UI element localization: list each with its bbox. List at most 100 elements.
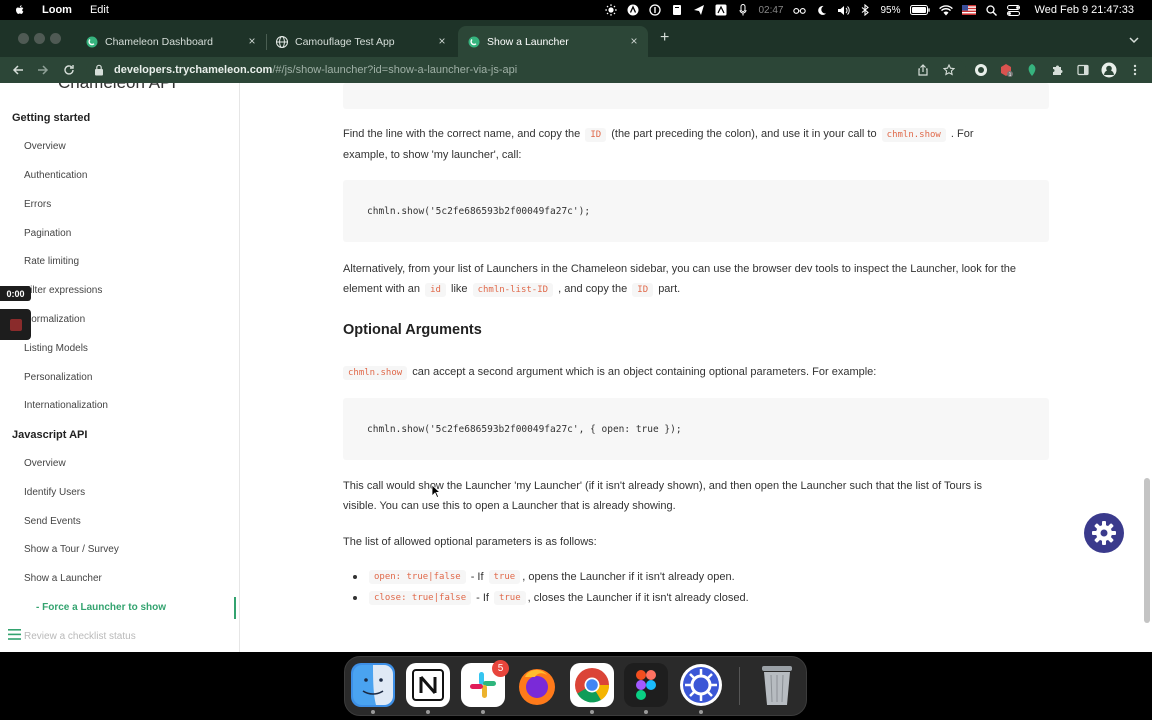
vpn-icon[interactable]: [626, 4, 639, 16]
close-icon[interactable]: ×: [436, 35, 448, 47]
sidebar-section-javascript-api[interactable]: Javascript API: [12, 429, 87, 441]
close-icon[interactable]: ×: [246, 35, 258, 47]
glasses-icon[interactable]: [792, 4, 806, 16]
sidebar-brand[interactable]: Chameleon API: [58, 83, 176, 93]
sidebar-item-personalization[interactable]: Personalization: [24, 372, 92, 383]
sidebar-item-force-a-launcher-to-show[interactable]: - Force a Launcher to show: [36, 602, 166, 613]
hamburger-menu-icon[interactable]: [8, 629, 21, 640]
control-center-icon[interactable]: [1006, 4, 1020, 16]
dock-notion[interactable]: [406, 663, 450, 707]
figma-icon: [636, 670, 656, 700]
extension-leaf-icon[interactable]: [1024, 62, 1040, 78]
send-icon[interactable]: [692, 4, 705, 16]
text-box-icon[interactable]: [714, 4, 727, 16]
url-path: /#/js/show-launcher?id=show-a-launcher-v…: [272, 64, 518, 76]
sidebar-item-normalization[interactable]: Normalization: [24, 314, 85, 325]
sidebar-item-filter-expressions[interactable]: Filter expressions: [24, 285, 102, 296]
apple-icon[interactable]: [14, 4, 26, 16]
tab-chameleon-dashboard[interactable]: Chameleon Dashboard ×: [78, 26, 266, 57]
clipboard-icon[interactable]: [670, 4, 683, 16]
trash-icon: [762, 666, 792, 705]
dock-figma[interactable]: [624, 663, 668, 707]
inline-code: chmln-list-ID: [472, 283, 554, 297]
window-minimize-button[interactable]: [34, 33, 45, 44]
sunburst-app-icon: [680, 664, 722, 706]
running-indicator: [644, 710, 648, 714]
tab-camouflage-test-app[interactable]: Camouflage Test App ×: [268, 26, 456, 57]
sidebar-item-authentication[interactable]: Authentication: [24, 170, 87, 181]
flag-icon[interactable]: [961, 4, 976, 16]
sidebar-item-listing-models[interactable]: Listing Models: [24, 343, 88, 354]
paragraph-second-argument: chmln.show can accept a second argument …: [343, 362, 1049, 383]
sidebar-item-show-a-launcher[interactable]: Show a Launcher: [24, 573, 102, 584]
dock-chrome[interactable]: [570, 663, 614, 707]
chrome-icon: [575, 668, 610, 703]
sun-icon[interactable]: [604, 4, 617, 16]
sidebar-item-js-overview[interactable]: Overview: [24, 458, 66, 469]
kebab-menu-icon[interactable]: [1127, 62, 1143, 78]
running-indicator: [590, 710, 594, 714]
inline-code: id: [425, 283, 446, 297]
globe-icon: [276, 35, 288, 48]
close-icon[interactable]: ×: [628, 35, 640, 47]
bookmark-star-icon[interactable]: [941, 62, 957, 78]
menu-clock[interactable]: Wed Feb 9 21:47:33: [1035, 4, 1134, 16]
extensions-puzzle-icon[interactable]: [1049, 62, 1065, 78]
inline-code: close: true|false: [369, 591, 472, 605]
dock-firefox[interactable]: [515, 663, 559, 707]
battery-icon[interactable]: [909, 4, 930, 16]
address-bar[interactable]: developers.trychameleon.com/#/js/show-la…: [86, 59, 966, 81]
browser-tab-strip: Chameleon Dashboard × Camouflage Test Ap…: [0, 20, 1152, 57]
battery-percent: 95%: [880, 4, 901, 16]
sidebar-section-getting-started[interactable]: Getting started: [12, 112, 90, 124]
sidebar-item-overview[interactable]: Overview: [24, 141, 66, 152]
volume-icon[interactable]: [837, 4, 850, 16]
inline-code: open: true|false: [369, 570, 466, 584]
microphone-icon[interactable]: [736, 4, 749, 16]
inline-code: ID: [585, 128, 607, 142]
reload-icon[interactable]: [61, 62, 77, 78]
menu-app-name[interactable]: Loom: [42, 4, 72, 16]
paragraph-this-call-line2: visible. You can use this to open a Laun…: [343, 500, 676, 512]
spotlight-search-icon[interactable]: [985, 4, 998, 16]
side-panel-icon[interactable]: [1075, 62, 1091, 78]
page-scrollbar[interactable]: [1144, 478, 1150, 623]
sidebar-item-rate-limiting[interactable]: Rate limiting: [24, 256, 79, 267]
paragraph-alternatively-line2: element with an id like chmln-list-ID , …: [343, 279, 1049, 300]
profile-avatar[interactable]: [1101, 62, 1117, 78]
code-block-open: chmln.show('5c2fe686593b2f00049fa27c', {…: [343, 398, 1049, 460]
window-close-button[interactable]: [18, 33, 29, 44]
wifi-icon[interactable]: [938, 4, 953, 16]
back-arrow-icon[interactable]: [10, 62, 26, 78]
forward-arrow-icon[interactable]: [35, 62, 51, 78]
new-tab-button[interactable]: +: [660, 30, 669, 46]
tab-show-a-launcher[interactable]: Show a Launcher ×: [458, 26, 648, 57]
sidebar-item-show-a-tour-survey[interactable]: Show a Tour / Survey: [24, 544, 119, 555]
share-icon[interactable]: [915, 62, 931, 78]
text: element with an: [343, 283, 421, 295]
inline-code: chmln.show: [881, 128, 946, 142]
sidebar-item-send-events[interactable]: Send Events: [24, 516, 81, 527]
dock-finder[interactable]: [351, 663, 395, 707]
sidebar-item-pagination[interactable]: Pagination: [24, 228, 71, 239]
menu-edit[interactable]: Edit: [90, 4, 109, 16]
sidebar-item-identify-users[interactable]: Identify Users: [24, 487, 85, 498]
extension-badge-icon[interactable]: 1: [998, 62, 1014, 78]
extension-chameleon-icon[interactable]: [973, 62, 989, 78]
menu-extra-icon[interactable]: [648, 4, 661, 16]
dock-zoom-like-app[interactable]: [679, 663, 723, 707]
sidebar-item-review-a-checklist-status[interactable]: Review a checklist status: [24, 631, 136, 642]
lock-icon[interactable]: [94, 64, 104, 76]
moon-icon[interactable]: [815, 4, 828, 16]
sidebar-item-internationalization[interactable]: Internationalization: [24, 400, 108, 411]
bluetooth-icon[interactable]: [859, 4, 872, 16]
settings-gear-button[interactable]: [1084, 513, 1124, 553]
chevron-down-icon[interactable]: [1128, 33, 1140, 45]
dock-slack[interactable]: 5: [461, 660, 509, 707]
stop-icon: [9, 318, 22, 331]
code-line: chmln.show('5c2fe686593b2f00049fa27c');: [367, 206, 591, 217]
loom-stop-button[interactable]: [0, 309, 31, 340]
dock-trash[interactable]: [755, 663, 799, 707]
window-zoom-button[interactable]: [50, 33, 61, 44]
sidebar-item-errors[interactable]: Errors: [24, 199, 51, 210]
